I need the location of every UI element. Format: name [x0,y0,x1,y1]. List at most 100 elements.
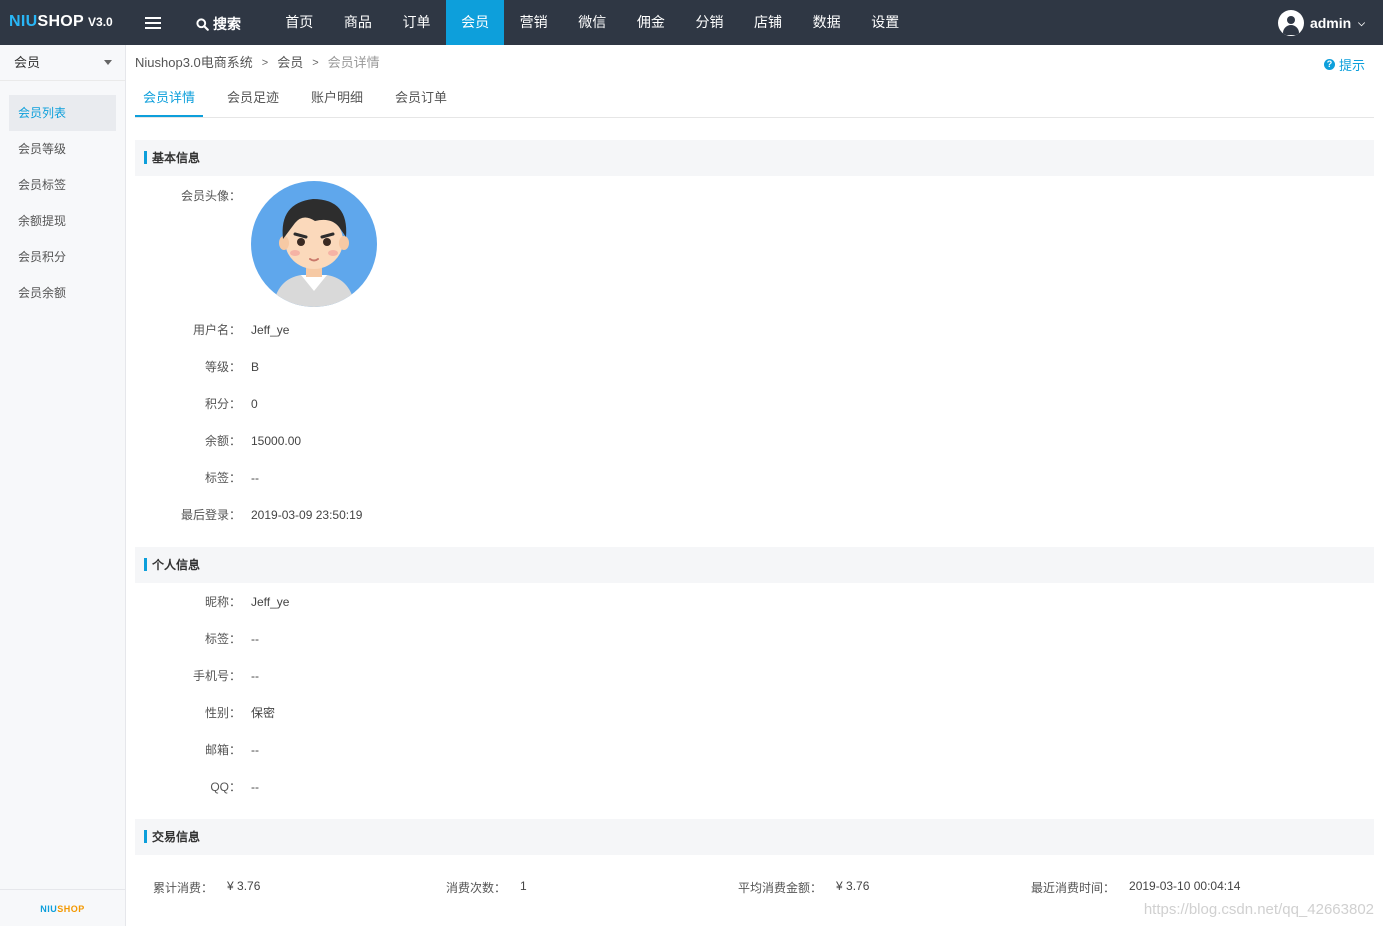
breadcrumb-separator: > [312,57,319,69]
nav-item-goods[interactable]: 商品 [329,0,388,45]
question-circle-icon: ? [1323,59,1335,70]
field-row: 等级： B [135,348,1374,385]
avatar-label: 会员头像： [180,189,241,203]
tab-bar: 会员详情 会员足迹 账户明细 会员订单 [135,81,1374,118]
watermark: https://blog.csdn.net/qq_42663802 [1143,901,1374,918]
field-value: -- [251,668,259,683]
nav-item-home[interactable]: 首页 [270,0,329,45]
section-basic-info-title: 基本信息 [135,140,1374,176]
field-label: 标签： [204,632,241,646]
section-trade-info-title: 交易信息 [135,819,1374,855]
field-row: 最后登录： 2019-03-09 23:50:19 [135,496,1374,533]
nav-item-distribution[interactable]: 分销 [680,0,739,45]
nav-item-shop[interactable]: 店铺 [739,0,798,45]
field-label: 用户名： [192,323,241,337]
field-label: 余额： [204,434,241,448]
field-label: 积分： [204,397,241,411]
nav-item-orders[interactable]: 订单 [387,0,446,45]
field-value: 15000.00 [251,433,302,448]
field-row: 性别： 保密 [135,694,1374,731]
breadcrumb-level1[interactable]: 会员 [277,45,303,81]
logo-text-b: SHOP [37,13,85,30]
logo-version: V3.0 [88,15,113,29]
caret-down-icon [104,60,112,65]
logo-text-a: NIU [9,13,38,30]
sidebar-item-balance[interactable]: 会员余额 [9,275,116,311]
nav-item-data[interactable]: 数据 [797,0,856,45]
field-row: 余额： 15000.00 [135,422,1374,459]
main-nav: 首页 商品 订单 会员 营销 微信 佣金 分销 店铺 数据 设置 [270,0,915,45]
sidebar-header[interactable]: 会员 [0,45,125,81]
field-value: -- [251,631,259,646]
sidebar-title: 会员 [14,55,41,70]
sidebar-footer-logo: NIUSHOP [0,889,125,926]
field-value: -- [251,470,259,485]
nav-item-wechat[interactable]: 微信 [563,0,622,45]
sidebar-item-points[interactable]: 会员积分 [9,239,116,275]
hint-label: 提示 [1338,58,1365,73]
nav-item-members[interactable]: 会员 [445,0,505,45]
user-avatar-icon [1277,10,1304,36]
field-row: 标签： -- [135,620,1374,657]
sidebar-item-member-level[interactable]: 会员等级 [9,131,116,167]
tab-member-detail[interactable]: 会员详情 [135,81,204,117]
trade-item-count: 消费次数： 1 [428,879,720,896]
nav-item-marketing[interactable]: 营销 [504,0,563,45]
breadcrumb-current: 会员详情 [327,55,380,70]
breadcrumb-separator: > [261,57,269,69]
trade-item-last-time: 最近消费时间： 2019-03-10 00:04:14 [1013,879,1240,896]
field-value: B [251,359,260,374]
hint-link[interactable]: ? 提示 [1323,55,1365,74]
user-menu[interactable]: admin ⌵ [1277,10,1365,36]
field-value: -- [251,742,259,757]
user-name: admin [1309,15,1352,31]
chevron-down-icon: ⌵ [1358,17,1365,28]
field-label: 邮箱： [204,743,241,757]
top-navbar: NIU SHOP V3.0 搜索 首页 商品 订单 会员 营销 微信 佣金 分销… [0,0,1383,45]
field-label: 标签： [204,471,241,485]
field-label: 手机号： [192,669,241,683]
field-value: 0 [251,396,258,411]
trade-value: ¥ 3.76 [227,878,261,893]
tab-member-orders[interactable]: 会员订单 [387,81,455,117]
sidebar-item-withdraw[interactable]: 余额提现 [9,203,116,239]
hamburger-menu-icon[interactable] [145,17,161,29]
brand-logo[interactable]: NIU SHOP V3.0 [9,13,113,33]
search-icon [196,17,209,31]
field-value: Jeff_ye [251,322,290,337]
field-value: 2019-03-09 23:50:19 [251,507,363,522]
tab-member-footprint[interactable]: 会员足迹 [219,81,287,117]
field-label: 性别： [204,706,241,720]
search-button[interactable]: 搜索 [196,14,241,34]
trade-label: 消费次数： [446,880,507,895]
nav-item-settings[interactable]: 设置 [856,0,915,45]
field-row: 标签： -- [135,459,1374,496]
sidebar: 会员 会员列表 会员等级 会员标签 余额提现 会员积分 会员余额 NIUSHOP [0,45,126,926]
field-value: -- [251,779,259,794]
sidebar-item-member-list[interactable]: 会员列表 [9,95,116,131]
field-label: QQ： [210,780,241,794]
search-label: 搜索 [213,16,241,32]
field-value: Jeff_ye [251,594,290,609]
field-value: 保密 [251,706,276,720]
field-row: 用户名： Jeff_ye [135,311,1374,348]
section-personal-info-title: 个人信息 [135,547,1374,583]
field-row: QQ： -- [135,768,1374,805]
avatar-row: 会员头像： [135,181,1374,311]
trade-item-average: 平均消费金额： ¥ 3.76 [720,879,1013,896]
field-row: 昵称： Jeff_ye [135,583,1374,620]
breadcrumb-root[interactable]: Niushop3.0电商系统 [135,45,253,81]
trade-label: 最近消费时间： [1031,880,1116,895]
trade-value: 2019-03-10 00:04:14 [1129,878,1241,893]
breadcrumb: Niushop3.0电商系统 > 会员 > 会员详情 [135,45,1374,81]
sidebar-menu: 会员列表 会员等级 会员标签 余额提现 会员积分 会员余额 [0,95,125,311]
main-content: Niushop3.0电商系统 > 会员 > 会员详情 ? 提示 会员详情 会员足… [135,45,1374,919]
trade-label: 累计消费： [153,880,214,895]
field-row: 手机号： -- [135,657,1374,694]
field-label: 昵称： [204,595,241,609]
tab-account-detail[interactable]: 账户明细 [303,81,371,117]
sidebar-item-member-tags[interactable]: 会员标签 [9,167,116,203]
nav-item-commission[interactable]: 佣金 [622,0,681,45]
field-label: 等级： [204,360,241,374]
footer-logo-a: NIU [40,904,58,914]
